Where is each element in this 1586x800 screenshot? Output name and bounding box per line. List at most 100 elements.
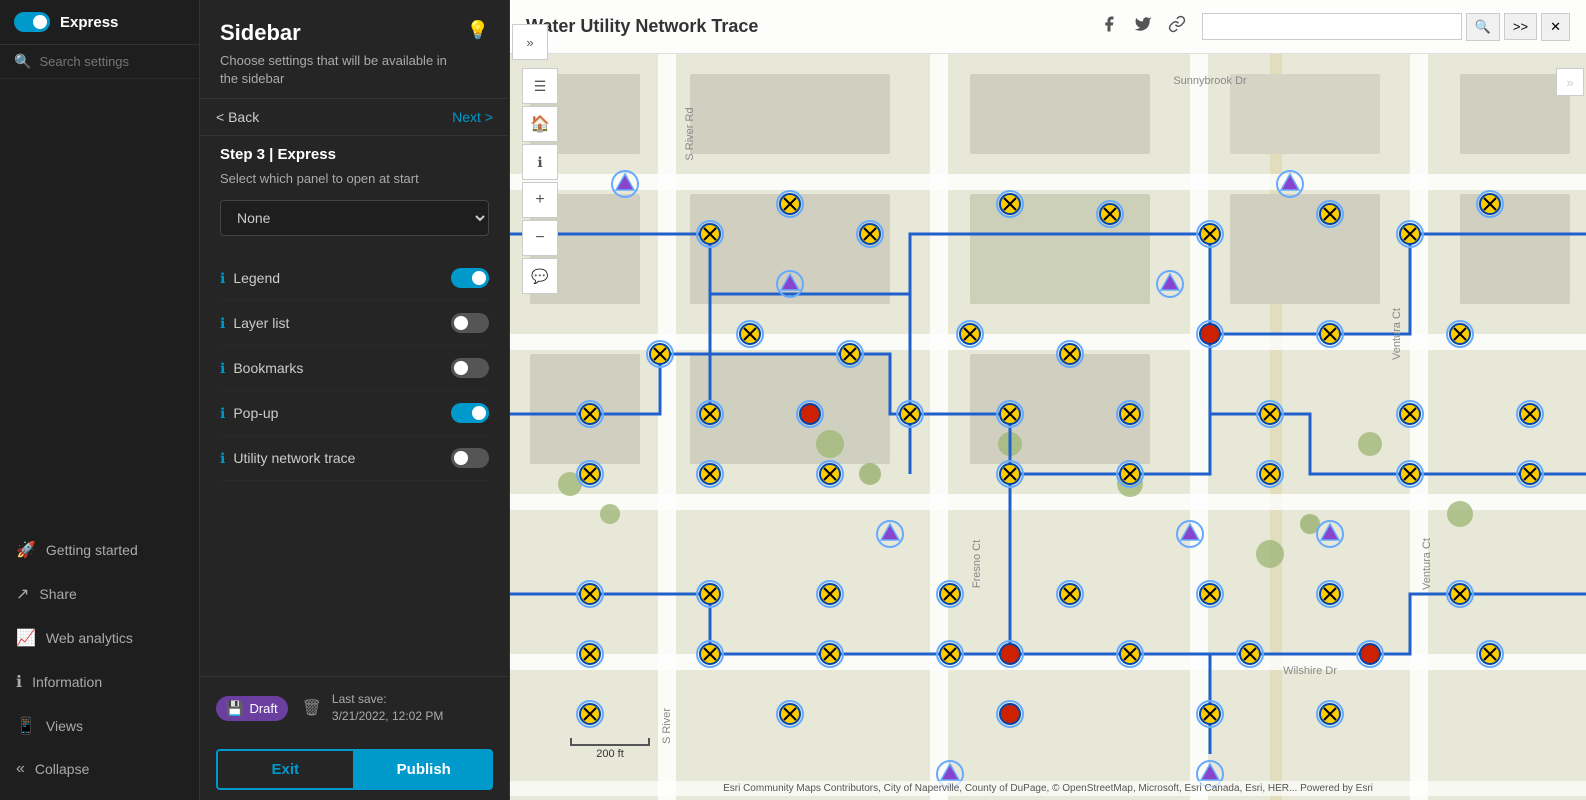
map-tools: ☰ 🏠 ℹ + − 💬 xyxy=(522,68,558,294)
nav-item-label: Information xyxy=(32,674,102,690)
left-nav: Express 🔍 🚀 Getting started ↗ Share 📈 We… xyxy=(0,0,200,800)
map-header-icons: 🔍 >> ✕ xyxy=(1100,13,1570,41)
nav-item-label: Share xyxy=(39,586,76,602)
svg-text:S River Rd: S River Rd xyxy=(684,107,696,160)
panel-header-text: Sidebar Choose settings that will be ava… xyxy=(220,20,467,88)
views-icon: 📱 xyxy=(16,716,36,736)
search-icon: 🔍 xyxy=(14,53,31,70)
nav-item-label: Getting started xyxy=(46,542,138,558)
middle-panel: Sidebar Choose settings that will be ava… xyxy=(200,0,510,800)
facebook-icon[interactable] xyxy=(1100,15,1118,38)
popup-toggle[interactable] xyxy=(451,403,489,423)
express-toggle[interactable] xyxy=(14,12,50,32)
panel-footer: 💾 Draft 🗑 Last save: 3/21/2022, 12:02 PM xyxy=(200,676,509,739)
map-title: Water Utility Network Trace xyxy=(526,16,758,37)
sidebar-collapse-button[interactable]: » xyxy=(512,24,548,60)
home-button[interactable]: 🏠 xyxy=(522,106,558,142)
footer-actions: Exit Publish xyxy=(200,739,509,800)
bookmarks-toggle[interactable] xyxy=(451,358,489,378)
layer-list-label: Layer list xyxy=(233,315,289,331)
map-header: Water Utility Network Trace 🔍 >> ✕ xyxy=(510,0,1586,54)
utility-info-icon[interactable]: ℹ xyxy=(220,450,225,467)
publish-button[interactable]: Publish xyxy=(355,749,494,790)
toggle-row-bookmarks: ℹ Bookmarks xyxy=(220,346,489,391)
sidebar-expand-area: » xyxy=(512,24,548,60)
scale-bar: 200 ft xyxy=(570,738,650,760)
map-search-bar: 🔍 >> ✕ xyxy=(1202,13,1570,41)
getting-started-icon: 🚀 xyxy=(16,540,36,560)
search-input[interactable] xyxy=(39,54,215,69)
zoom-out-button[interactable]: − xyxy=(522,220,558,256)
link-icon[interactable] xyxy=(1168,15,1186,38)
sidebar-item-getting-started[interactable]: 🚀 Getting started xyxy=(0,528,199,572)
hint-icon[interactable]: 💡 xyxy=(467,20,489,41)
sidebar-item-views[interactable]: 📱 Views xyxy=(0,704,199,748)
sidebar-item-web-analytics[interactable]: 📈 Web analytics xyxy=(0,616,199,660)
svg-text:Fresno Ct: Fresno Ct xyxy=(971,540,983,588)
legend-toggle[interactable] xyxy=(451,268,489,288)
sidebar-item-information[interactable]: ℹ Information xyxy=(0,660,199,704)
legend-label: Legend xyxy=(233,270,280,286)
layer-list-toggle[interactable] xyxy=(451,313,489,333)
utility-label: Utility network trace xyxy=(233,450,355,466)
utility-toggle[interactable] xyxy=(451,448,489,468)
svg-text:S River: S River xyxy=(661,708,673,744)
toggle-row-legend: ℹ Legend xyxy=(220,256,489,301)
bookmarks-label: Bookmarks xyxy=(233,360,303,376)
popup-label: Pop-up xyxy=(233,405,278,421)
nav-item-label: Views xyxy=(46,718,83,734)
start-panel-select-wrap: None Legend Layer list Bookmarks Pop-up … xyxy=(220,200,489,236)
nav-items: 🚀 Getting started ↗ Share 📈 Web analytic… xyxy=(0,79,199,800)
sidebar-item-collapse[interactable]: « Collapse xyxy=(0,748,199,790)
sidebar-item-share[interactable]: ↗ Share xyxy=(0,572,199,616)
information-icon: ℹ xyxy=(16,672,22,692)
toggle-row-popup: ℹ Pop-up xyxy=(220,391,489,436)
map-area: Water Utility Network Trace 🔍 >> ✕ xyxy=(510,0,1586,800)
layer-list-info-icon[interactable]: ℹ xyxy=(220,315,225,332)
scale-text: 200 ft xyxy=(596,748,624,760)
info-button[interactable]: ℹ xyxy=(522,144,558,180)
toggle-row-layer-list: ℹ Layer list xyxy=(220,301,489,346)
exit-button[interactable]: Exit xyxy=(216,749,355,790)
share-icon: ↗ xyxy=(16,584,29,604)
delete-icon[interactable]: 🗑 xyxy=(302,698,322,718)
draft-badge[interactable]: 💾 Draft xyxy=(216,696,288,721)
scale-line xyxy=(570,738,650,746)
step-label: Step 3 | Express xyxy=(200,136,509,167)
disc-icon: 💾 xyxy=(226,700,243,717)
last-save-label: Last save: xyxy=(332,692,387,706)
app-title: Express xyxy=(60,14,118,31)
svg-text:Ventura Ct: Ventura Ct xyxy=(1391,308,1403,360)
step-navigation: < Back Next > xyxy=(200,99,509,136)
popup-info-icon[interactable]: ℹ xyxy=(220,405,225,422)
svg-text:Wilshire Dr: Wilshire Dr xyxy=(1283,665,1337,677)
panel-subtitle: Choose settings that will be available i… xyxy=(220,52,467,88)
map-attribution: Esri Community Maps Contributors, City o… xyxy=(510,781,1586,796)
start-panel-select[interactable]: None Legend Layer list Bookmarks Pop-up … xyxy=(220,200,489,236)
back-button[interactable]: < Back xyxy=(216,109,259,125)
toggle-row-utility: ℹ Utility network trace xyxy=(220,436,489,481)
nav-item-label: Web analytics xyxy=(46,630,133,646)
zoom-in-button[interactable]: + xyxy=(522,182,558,218)
map-background: S River Rd Sunnybrook Dr Ventura Ct Vent… xyxy=(510,54,1586,800)
save-info: Last save: 3/21/2022, 12:02 PM xyxy=(332,691,443,725)
map-search-button[interactable]: 🔍 xyxy=(1466,13,1500,41)
legend-info-icon[interactable]: ℹ xyxy=(220,270,225,287)
twitter-icon[interactable] xyxy=(1134,15,1152,38)
next-button[interactable]: Next > xyxy=(452,109,493,125)
layers-button[interactable]: ☰ xyxy=(522,68,558,104)
web-analytics-icon: 📈 xyxy=(16,628,36,648)
collapse-icon: « xyxy=(16,760,25,778)
svg-text:Sunnybrook Dr: Sunnybrook Dr xyxy=(1173,75,1247,87)
map-search-input[interactable] xyxy=(1202,13,1462,40)
bookmarks-info-icon[interactable]: ℹ xyxy=(220,360,225,377)
panel-header: Sidebar Choose settings that will be ava… xyxy=(200,0,509,99)
toggle-list: ℹ Legend ℹ Layer list ℹ Bookmarks ℹ xyxy=(200,256,509,676)
map-expand-search-button[interactable]: >> xyxy=(1504,13,1537,40)
chat-button[interactable]: 💬 xyxy=(522,258,558,294)
svg-text:Ventura Ct: Ventura Ct xyxy=(1421,538,1433,590)
app-header: Express xyxy=(0,0,199,45)
map-close-button[interactable]: ✕ xyxy=(1541,13,1570,41)
draft-label: Draft xyxy=(249,701,277,716)
map-expand-button[interactable]: » xyxy=(1556,68,1584,96)
